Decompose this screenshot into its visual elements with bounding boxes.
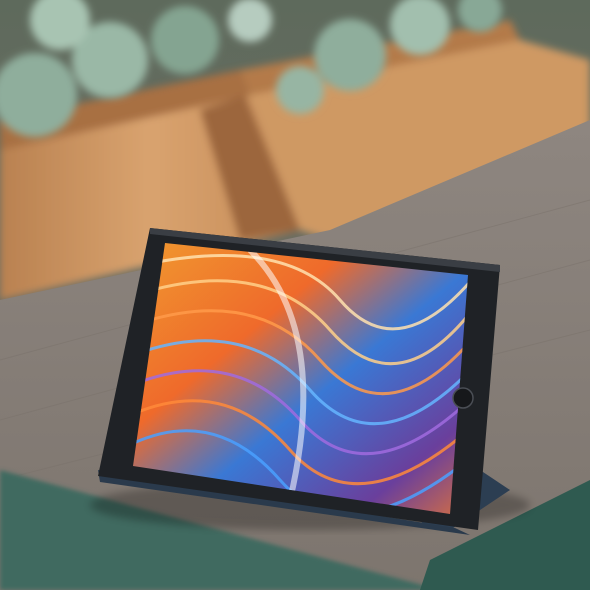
home-button (452, 387, 474, 409)
photo-scene (0, 0, 590, 590)
